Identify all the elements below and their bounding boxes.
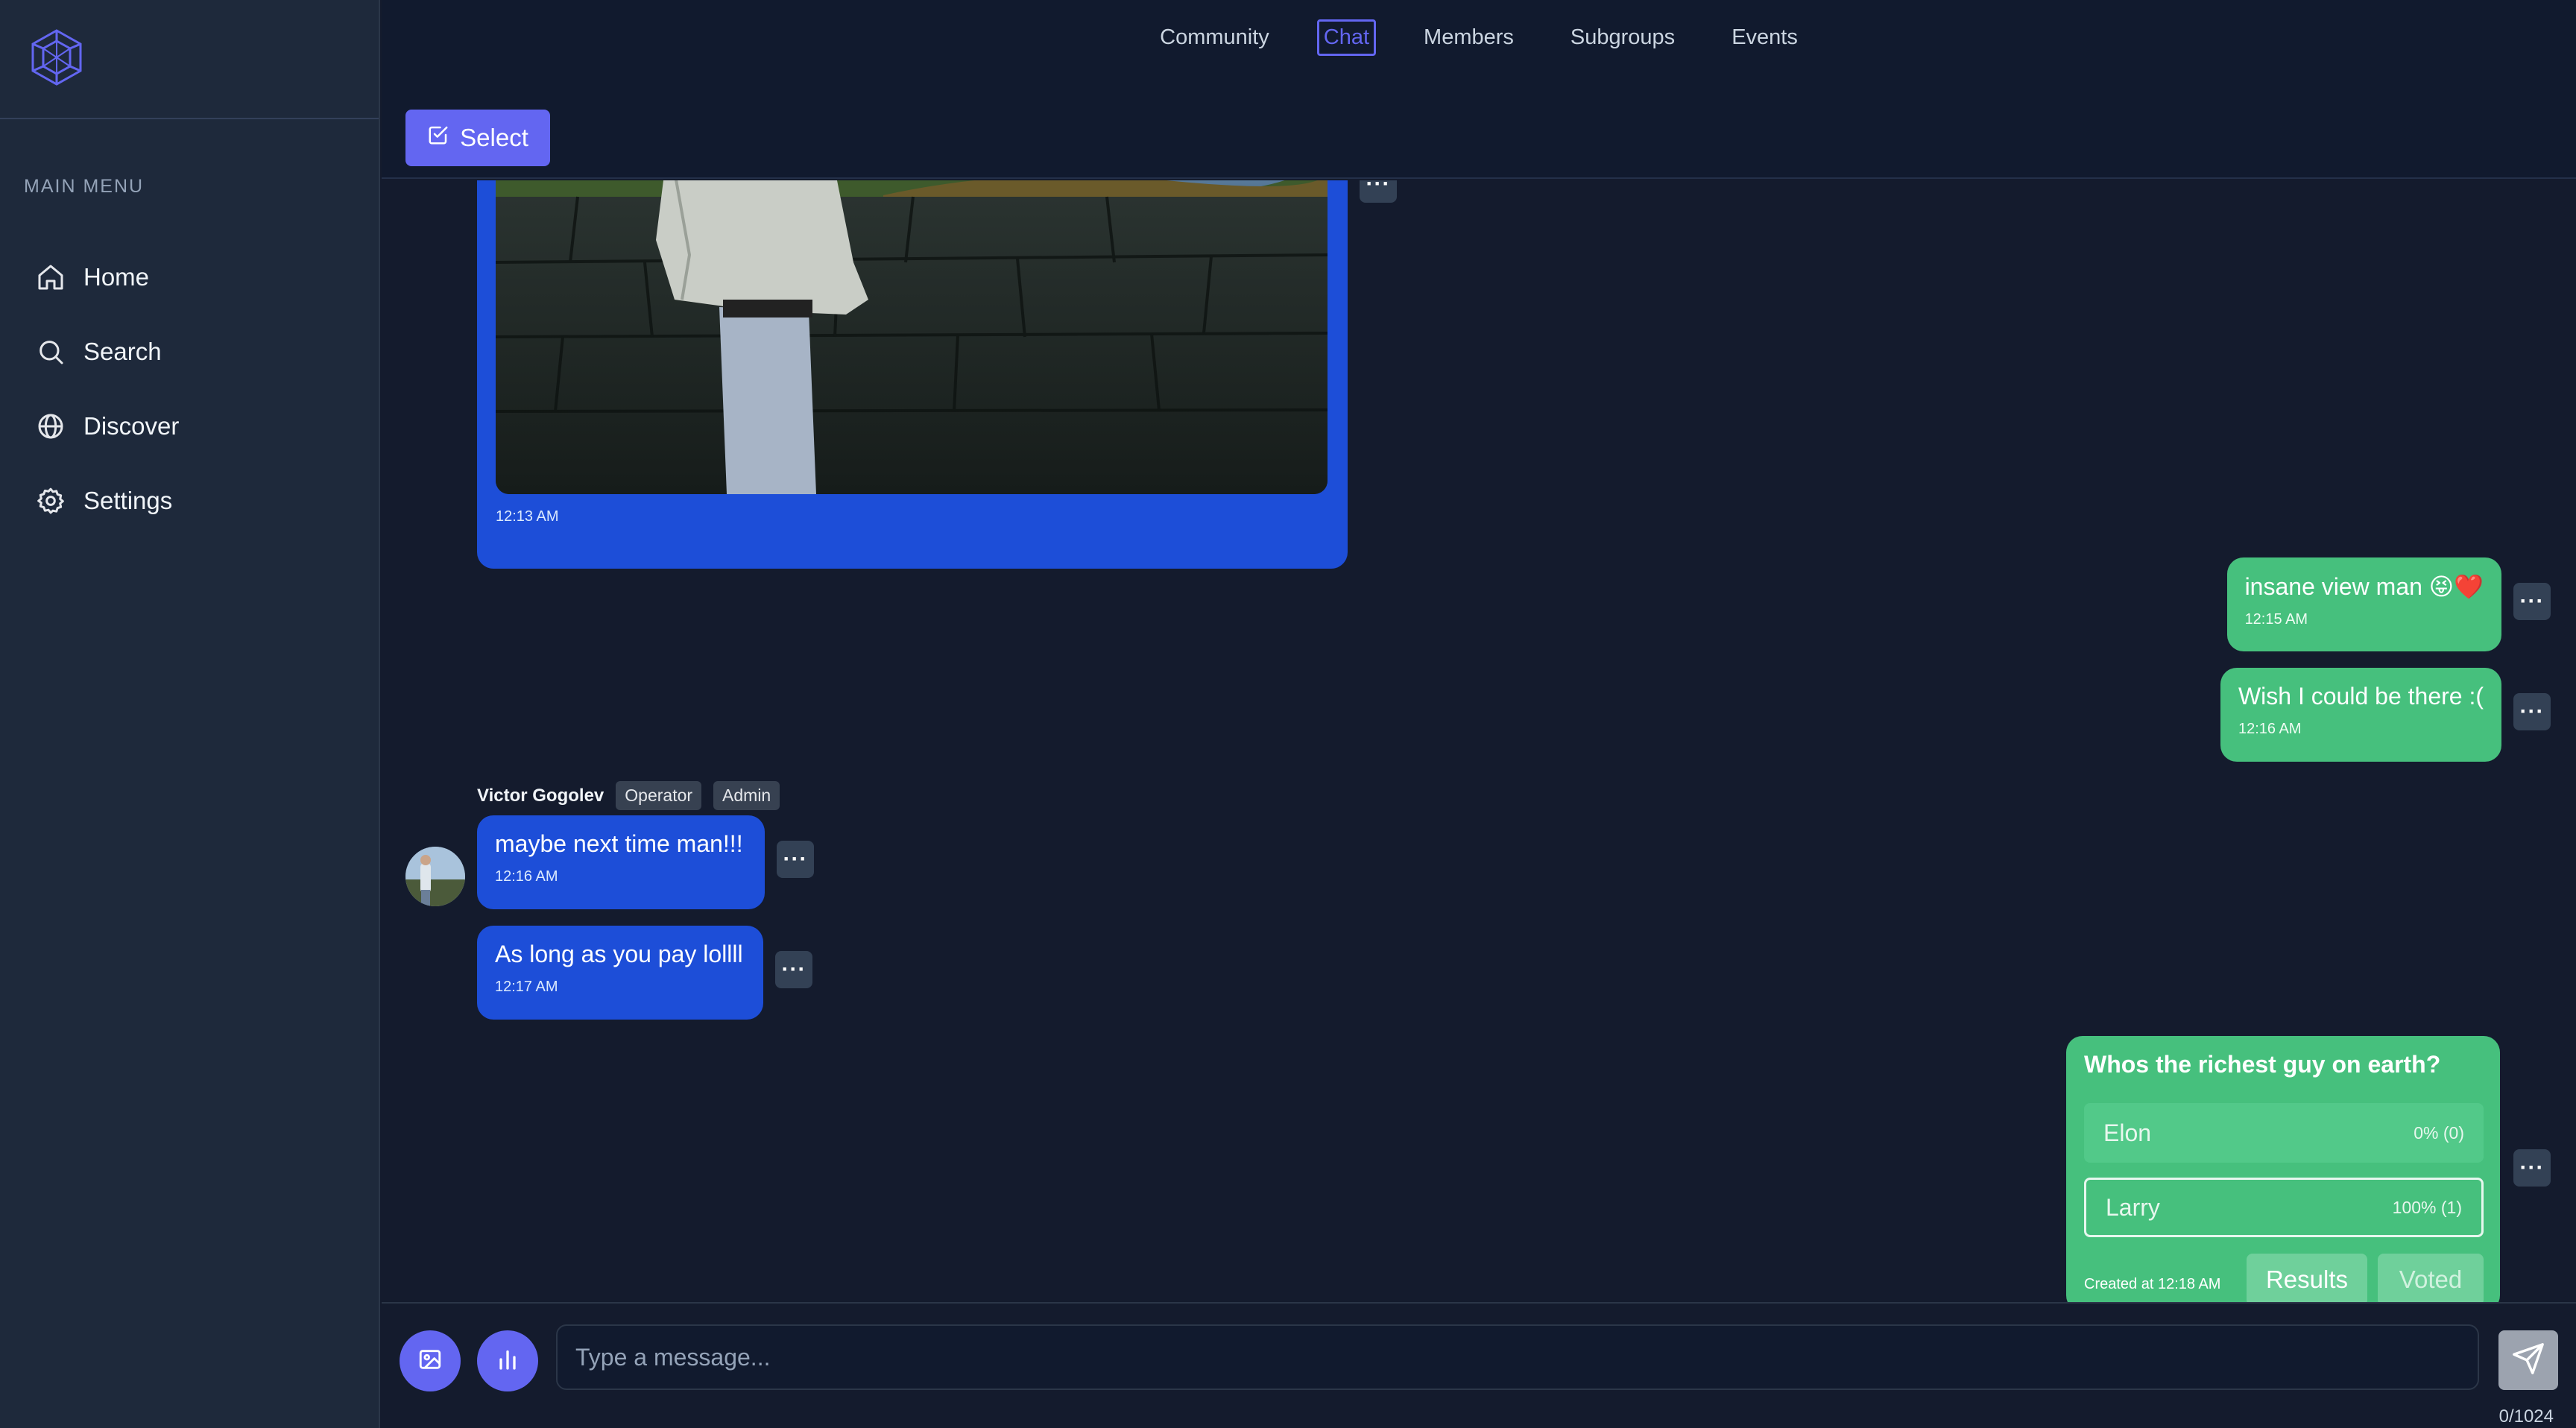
hexagon-network-icon[interactable]	[27, 28, 86, 91]
sender-name[interactable]: Victor Gogolev	[477, 786, 604, 806]
character-counter: 0/1024	[2498, 1406, 2554, 1427]
message-more-button[interactable]: ···	[2513, 583, 2551, 620]
poll-option-elon[interactable]: Elon 0% (0)	[2084, 1103, 2484, 1163]
sidebar-item-label: Discover	[83, 412, 180, 440]
message-more-button[interactable]: ···	[777, 841, 814, 878]
sidebar-item-settings[interactable]: Settings	[34, 478, 172, 523]
sidebar-item-label: Home	[83, 263, 150, 291]
image-icon	[417, 1347, 443, 1376]
poll-voted-button[interactable]: Voted	[2378, 1254, 2484, 1302]
select-button[interactable]: Select	[405, 110, 550, 166]
globe-icon	[34, 410, 67, 443]
tab-subgroups[interactable]: Subgroups	[1562, 19, 1684, 56]
top-navigation: Community Chat Members Subgroups Events …	[382, 0, 2576, 179]
bar-chart-icon	[494, 1346, 521, 1377]
poll-message: Whos the richest guy on earth? Elon 0% (…	[2066, 1036, 2500, 1302]
message-time: 12:13 AM	[496, 508, 559, 525]
message-text: maybe next time man!!!	[495, 830, 743, 857]
poll-option-label: Larry	[2106, 1193, 2160, 1221]
ellipsis-icon: ···	[2519, 1155, 2545, 1180]
send-icon	[2511, 1342, 2545, 1380]
ellipsis-icon: ···	[781, 957, 806, 982]
image-message: 12:13 AM	[477, 180, 1348, 569]
message-time: 12:16 AM	[495, 868, 558, 885]
message-photo[interactable]	[496, 180, 1328, 494]
message-more-button[interactable]: ···	[2513, 1149, 2551, 1187]
sidebar-item-discover[interactable]: Discover	[34, 404, 179, 449]
outgoing-message: Wish I could be there :( 12:16 AM	[2220, 668, 2501, 762]
message-time: 12:15 AM	[2244, 611, 2308, 628]
poll-question: Whos the richest guy on earth?	[2084, 1051, 2441, 1078]
message-more-button[interactable]: ···	[2513, 693, 2551, 730]
home-icon	[34, 261, 67, 294]
send-button[interactable]	[2498, 1330, 2558, 1390]
tab-members[interactable]: Members	[1415, 19, 1523, 56]
role-badge-admin: Admin	[713, 781, 780, 810]
avatar[interactable]	[405, 847, 465, 906]
message-more-button[interactable]: ···	[1360, 180, 1397, 203]
chat-messages[interactable]: 12:13 AM ··· insane view man 😝❤️ 12:15 A…	[382, 180, 2576, 1302]
outgoing-message: insane view man 😝❤️ 12:15 AM	[2226, 557, 2501, 651]
select-button-label: Select	[460, 124, 528, 151]
ellipsis-icon: ···	[1366, 180, 1391, 196]
incoming-message: As long as you pay lollll 12:17 AM	[477, 926, 763, 1020]
message-text: Wish I could be there :(	[2238, 683, 2484, 710]
sidebar: MAIN MENU Home Search Discover Settings	[0, 0, 380, 1428]
poll-option-label: Elon	[2103, 1119, 2152, 1146]
tab-community[interactable]: Community	[1151, 19, 1278, 56]
nav-tabs: Community Chat Members Subgroups Events	[382, 19, 2576, 56]
create-poll-button[interactable]	[477, 1330, 538, 1391]
ellipsis-icon: ···	[2519, 589, 2545, 613]
message-composer: 0/1024	[382, 1302, 2576, 1428]
message-text: insane view man 😝❤️	[2244, 573, 2484, 600]
poll-option-larry[interactable]: Larry 100% (1)	[2084, 1178, 2484, 1237]
logo-area	[0, 0, 379, 119]
ellipsis-icon: ···	[783, 847, 808, 871]
role-badge-operator: Operator	[616, 781, 702, 810]
message-more-button[interactable]: ···	[775, 951, 812, 988]
sidebar-item-label: Search	[83, 338, 162, 365]
attach-image-button[interactable]	[400, 1330, 461, 1391]
gear-icon	[34, 484, 67, 517]
poll-option-result: 100% (1)	[2392, 1197, 2462, 1217]
checkbox-edit-icon	[427, 124, 449, 152]
tab-chat[interactable]: Chat	[1316, 19, 1377, 56]
message-input[interactable]	[556, 1324, 2479, 1390]
sidebar-item-label: Settings	[83, 487, 173, 514]
sidebar-item-home[interactable]: Home	[34, 255, 149, 300]
sidebar-item-search[interactable]: Search	[34, 329, 162, 374]
poll-results-button[interactable]: Results	[2247, 1254, 2367, 1302]
incoming-message: maybe next time man!!! 12:16 AM	[477, 815, 765, 909]
tab-events[interactable]: Events	[1723, 19, 1807, 56]
poll-created-time: Created at 12:18 AM	[2084, 1276, 2221, 1292]
sender-header: Victor Gogolev Operator Admin	[477, 781, 780, 810]
search-icon	[34, 335, 67, 368]
main-menu-title: MAIN MENU	[24, 176, 145, 197]
message-time: 12:16 AM	[2238, 721, 2302, 737]
ellipsis-icon: ···	[2519, 699, 2545, 724]
poll-option-result: 0% (0)	[2414, 1122, 2464, 1143]
message-text: As long as you pay lollll	[495, 941, 743, 967]
message-time: 12:17 AM	[495, 979, 558, 995]
